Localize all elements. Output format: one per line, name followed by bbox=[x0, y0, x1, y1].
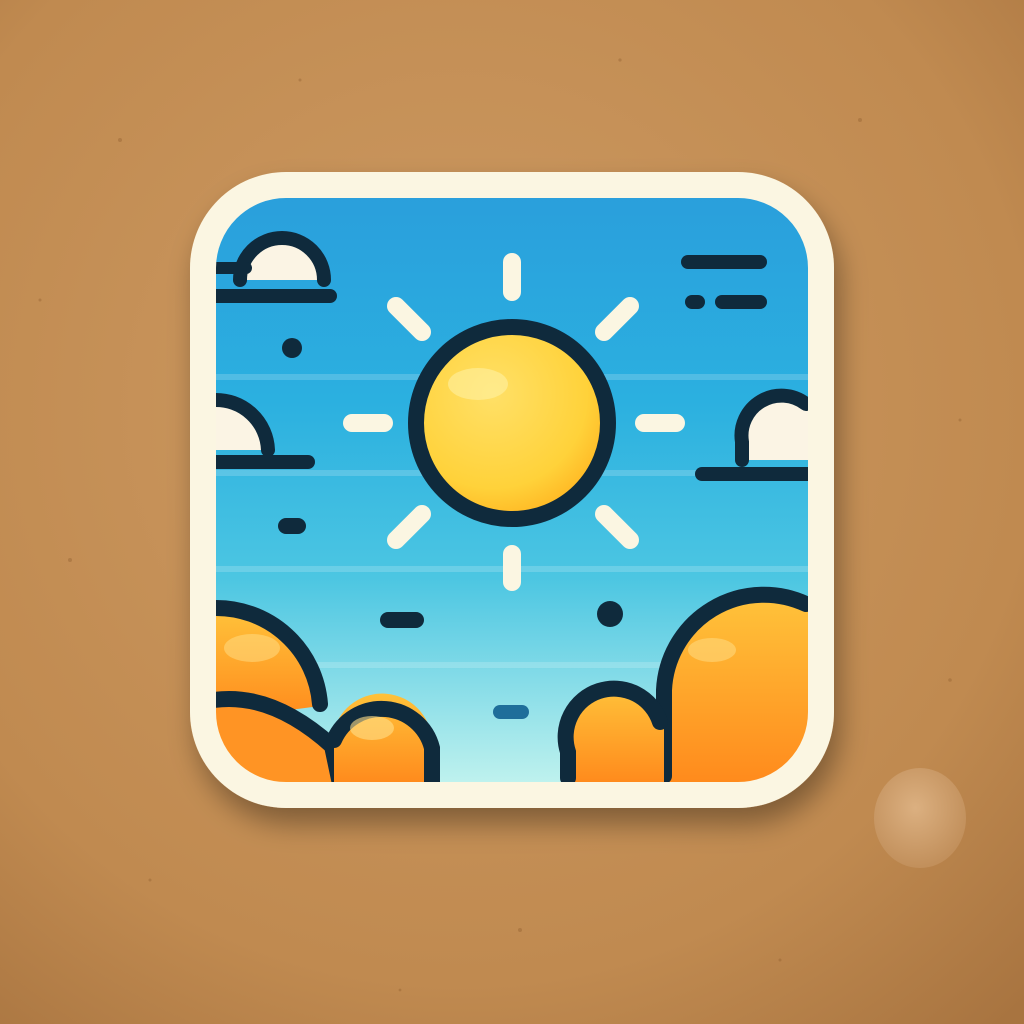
icon-artwork bbox=[0, 0, 1024, 1024]
scene bbox=[0, 0, 1024, 1024]
water-drop bbox=[874, 768, 966, 868]
sun-icon bbox=[408, 319, 616, 527]
